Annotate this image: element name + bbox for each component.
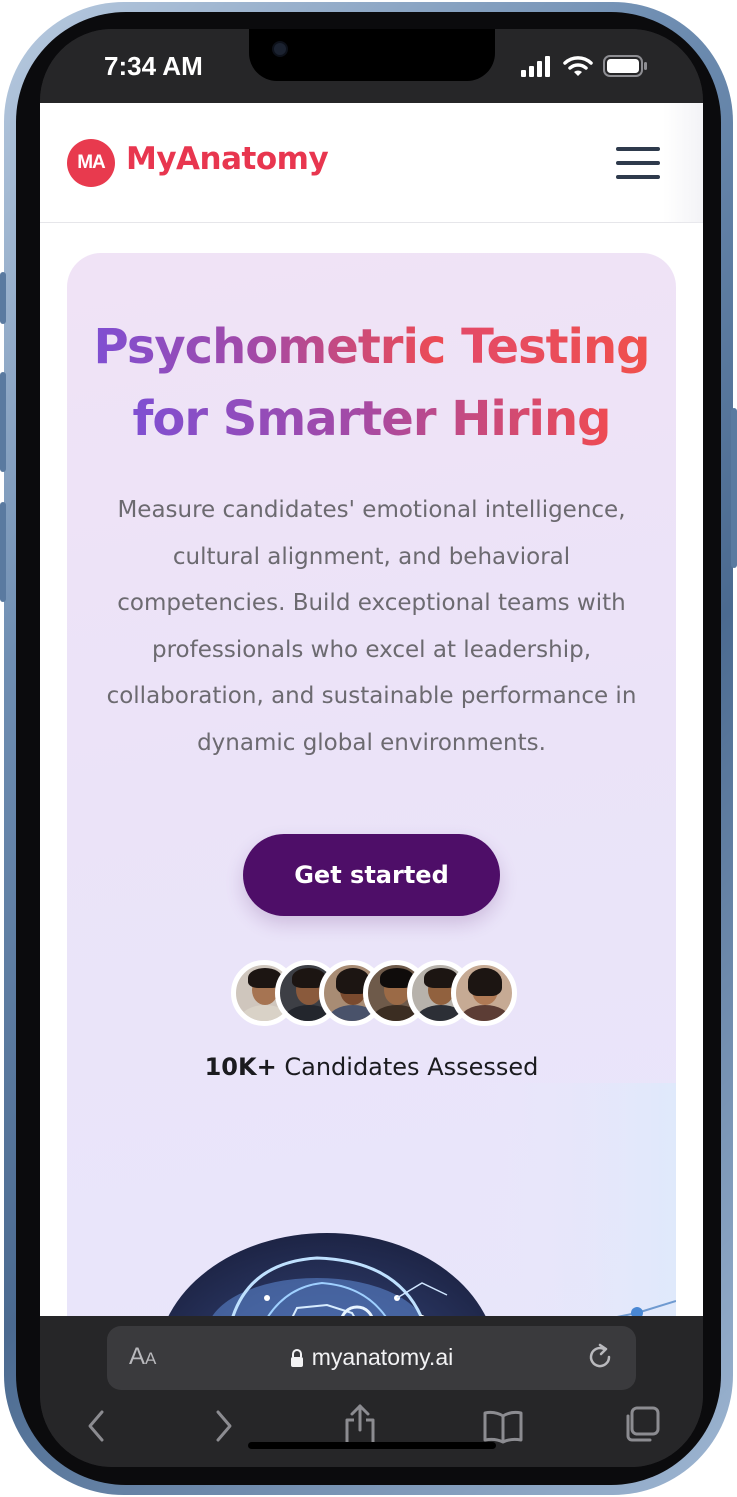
phone-screen: 7:34 AM MA MyAnatomy Psychometric Testin… [40,29,703,1467]
hero-title: Psychometric Testing for Smarter Hiring [67,311,676,455]
menu-line [616,161,660,165]
hero-section: Psychometric Testing for Smarter Hiring … [67,253,676,1316]
hamburger-menu-icon[interactable] [616,147,660,181]
candidate-avatars [231,960,521,1026]
web-content: MA MyAnatomy Psychometric Testing for Sm… [40,103,703,1316]
cellular-signal-icon [521,56,550,77]
safari-toolbar: AA myanatomy.ai [40,1316,703,1467]
back-icon[interactable] [84,1408,108,1444]
menu-line [616,147,660,151]
stat-number: 10K+ [204,1053,277,1081]
address-bar[interactable]: AA myanatomy.ai [107,1326,636,1390]
wifi-icon [563,56,593,76]
stat-label: Candidates Assessed [284,1053,539,1081]
hero-description: Measure candidates' emotional intelligen… [106,497,637,756]
tabs-icon[interactable] [622,1404,662,1444]
notch [249,29,495,81]
status-bar: 7:34 AM [40,29,703,103]
hero-title-word-1: Psychometric [93,319,446,375]
avatar [451,960,517,1026]
hero-title-word-2: Testing [461,319,650,375]
hero-title-line-2: for Smarter Hiring [132,391,611,447]
url-text: myanatomy.ai [311,1344,454,1370]
mute-switch [0,272,6,324]
bookmarks-icon[interactable] [482,1408,524,1444]
brand-logo-icon[interactable]: MA [67,139,115,187]
ai-brain-illustration [168,1083,676,1316]
status-time: 7:34 AM [104,51,203,81]
browser-nav-row [40,1404,703,1458]
reload-icon[interactable] [585,1342,615,1372]
brand-name[interactable]: MyAnatomy [126,141,329,177]
share-icon[interactable] [342,1402,378,1446]
menu-line [616,175,660,179]
url-display[interactable]: myanatomy.ai [107,1344,636,1371]
get-started-button[interactable]: Get started [243,834,500,916]
front-camera [272,41,288,57]
volume-up-button [0,372,6,472]
status-icons [521,55,647,77]
battery-icon [603,55,647,77]
candidates-stat: 10K+ Candidates Assessed [67,1053,676,1081]
home-indicator [248,1442,496,1449]
site-header: MA MyAnatomy [40,103,703,223]
forward-icon[interactable] [212,1408,236,1444]
header-shadow [663,103,703,223]
lock-icon [290,1349,303,1367]
power-button [731,408,737,568]
volume-down-button [0,502,6,602]
